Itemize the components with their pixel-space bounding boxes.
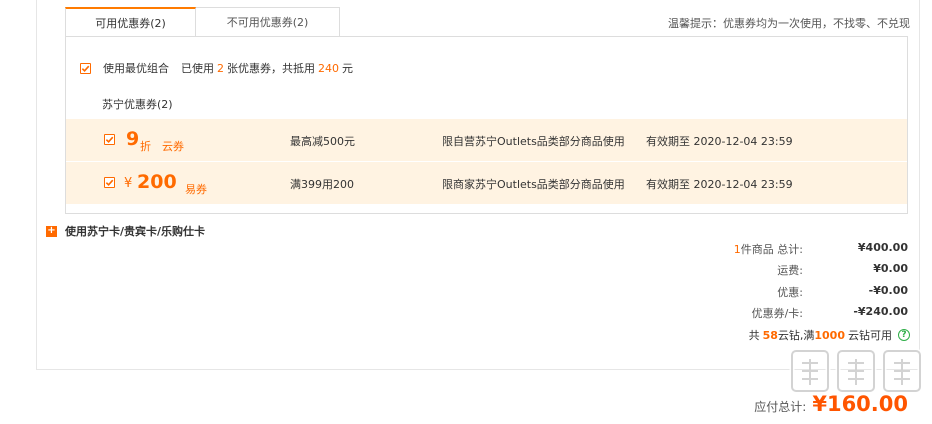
best-combo-label: 使用最优组合: [103, 62, 169, 75]
coupon-limit: 最高减500元: [290, 135, 355, 148]
plus-icon: +: [46, 225, 57, 237]
help-icon[interactable]: ?: [898, 329, 910, 341]
coupon-total-value: -¥240.00: [853, 305, 908, 318]
coupon-type: 易券: [185, 183, 207, 196]
coupon-tabs: 可用优惠券(2) 不可用优惠券(2): [65, 7, 340, 37]
coupon-item[interactable]: 9 折 云券 最高减500元 限自营苏宁Outlets品类部分商品使用 有效期至…: [66, 119, 907, 161]
best-combo-row: 使用最优组合 已使用 2 张优惠券，共抵用 240 元: [80, 60, 353, 76]
coupon-discount-value: 9: [126, 128, 140, 150]
group-title: 苏宁优惠券(2): [102, 98, 173, 111]
coins-prefix: 共: [748, 329, 760, 342]
summary-shipping-row: 运费: ¥0.00: [683, 262, 908, 278]
coupon-currency: ¥: [124, 176, 133, 191]
card-option-toggle[interactable]: + 使用苏宁卡/贵宾卡/乐购仕卡: [46, 223, 205, 239]
coupon-type: 云券: [162, 140, 184, 153]
discount-label: 优惠:: [777, 286, 803, 299]
shipping-value: ¥0.00: [873, 262, 908, 275]
coupon-limit: 满399用200: [290, 178, 354, 191]
coupon-expiry: 有效期至 2020-12-04 23:59: [646, 178, 793, 191]
combo-unit: 元: [342, 62, 353, 75]
coupon-scope: 限商家苏宁Outlets品类部分商品使用: [442, 178, 625, 191]
coins-threshold: 1000: [814, 328, 845, 342]
coins-suffix: 云钻可用: [848, 329, 892, 342]
tab-unavailable-coupons[interactable]: 不可用优惠券(2): [196, 7, 340, 36]
combo-count: 2: [217, 61, 224, 75]
combo-middle: 张优惠券，共抵用: [227, 62, 315, 75]
coupon-tip: 温馨提示：优惠券均为一次使用，不找零、不兑现: [668, 17, 910, 30]
checkmark-icon: [105, 136, 114, 144]
items-label: 件商品 总计:: [740, 243, 803, 256]
coupon-checkbox[interactable]: [104, 134, 115, 145]
coupon-checkbox[interactable]: [104, 177, 115, 188]
items-count: 1: [733, 243, 741, 256]
coins-count: 58: [762, 328, 778, 342]
checkmark-icon: [105, 179, 114, 187]
coins-info: 共 58 云钻,满 1000 云钻可用 ?: [749, 327, 910, 343]
best-combo-checkbox[interactable]: [80, 62, 91, 74]
pay-total-row: 应付总计: ¥160.00: [754, 392, 908, 416]
coins-middle: 云钻,满: [777, 329, 815, 342]
tab-available-coupons[interactable]: 可用优惠券(2): [65, 7, 196, 37]
summary-coupon-row: 优惠券/卡: -¥240.00: [683, 305, 908, 321]
coupon-item[interactable]: ¥ 200 易券 满399用200 限商家苏宁Outlets品类部分商品使用 有…: [66, 162, 907, 204]
coupon-total-label: 优惠券/卡:: [751, 307, 803, 320]
items-total: ¥400.00: [857, 241, 908, 254]
discount-value: -¥0.00: [868, 284, 908, 297]
coupon-expiry: 有效期至 2020-12-04 23:59: [646, 135, 793, 148]
pay-label: 应付总计:: [754, 400, 807, 414]
summary-discount-row: 优惠: -¥0.00: [683, 284, 908, 300]
pay-amount: ¥160.00: [812, 392, 908, 416]
summary-items-row: 1件商品 总计: ¥400.00: [683, 241, 908, 257]
coupon-amount-value: 200: [137, 171, 177, 193]
combo-amount: 240: [318, 61, 339, 75]
checkmark-icon: [81, 65, 90, 72]
coupon-scope: 限自营苏宁Outlets品类部分商品使用: [442, 135, 625, 148]
combo-prefix: 已使用: [181, 62, 214, 75]
shipping-label: 运费:: [777, 264, 803, 277]
coupon-discount-unit: 折: [140, 140, 151, 153]
card-option-label: 使用苏宁卡/贵宾卡/乐购仕卡: [65, 225, 206, 238]
